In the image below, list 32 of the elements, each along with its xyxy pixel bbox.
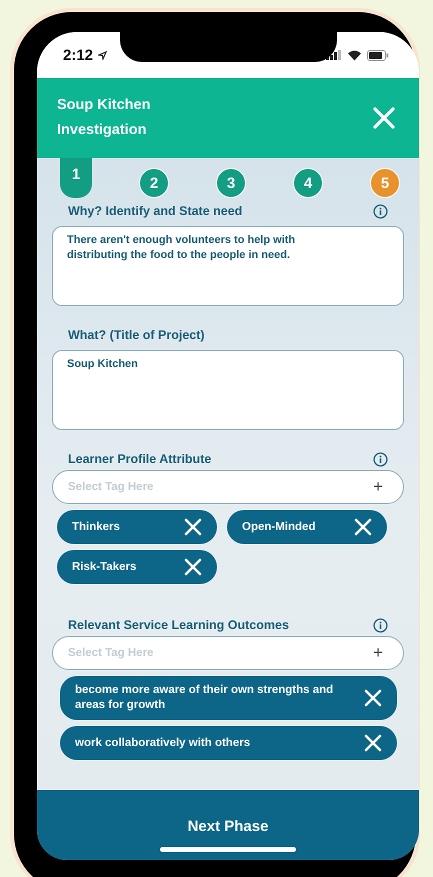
signal-icon	[326, 50, 342, 60]
text-area[interactable]: There aren't enough volunteers to help with distributing the food to the people in need.	[52, 226, 404, 306]
info-icon[interactable]	[373, 618, 388, 632]
tag-label: Risk-Takers	[72, 560, 136, 574]
text-area[interactable]: Soup Kitchen	[52, 350, 404, 430]
field-label: Learner Profile Attribute	[68, 452, 212, 466]
info-icon[interactable]	[373, 204, 388, 218]
close-icon[interactable]	[184, 558, 202, 576]
location-arrow-icon	[98, 50, 108, 60]
tag-label: become more aware of their own strengths and areas for growth	[75, 683, 334, 713]
tag-select-field[interactable]: Select Tag Here +	[52, 636, 404, 670]
tag-label: Thinkers	[72, 520, 120, 534]
page-title: Soup Kitchen Investigation	[57, 96, 152, 140]
close-icon[interactable]	[364, 734, 382, 752]
step-tab[interactable]: 1	[60, 158, 92, 198]
battery-icon	[367, 50, 389, 60]
field-label: Why? Identify and State need	[68, 204, 242, 218]
close-icon[interactable]	[364, 689, 382, 707]
tag-label: Open-Minded	[242, 520, 316, 534]
close-icon[interactable]	[354, 518, 372, 536]
close-icon[interactable]	[184, 518, 202, 536]
step-tab[interactable]: 2	[139, 168, 169, 198]
field-label: Relevant Service Learning Outcomes	[68, 618, 289, 632]
wifi-icon	[347, 50, 362, 60]
step-tab[interactable]: 4	[293, 168, 323, 198]
status-time: 2:12	[63, 46, 94, 64]
info-icon[interactable]	[373, 452, 388, 466]
step-tab[interactable]: 3	[216, 168, 246, 198]
tag-select-field[interactable]: Select Tag Here +	[52, 470, 404, 504]
field-label: What? (Title of Project)	[68, 328, 205, 342]
tag-label: work collaboratively with others	[75, 736, 250, 750]
next-phase-button[interactable]: Next Phase	[176, 812, 280, 841]
